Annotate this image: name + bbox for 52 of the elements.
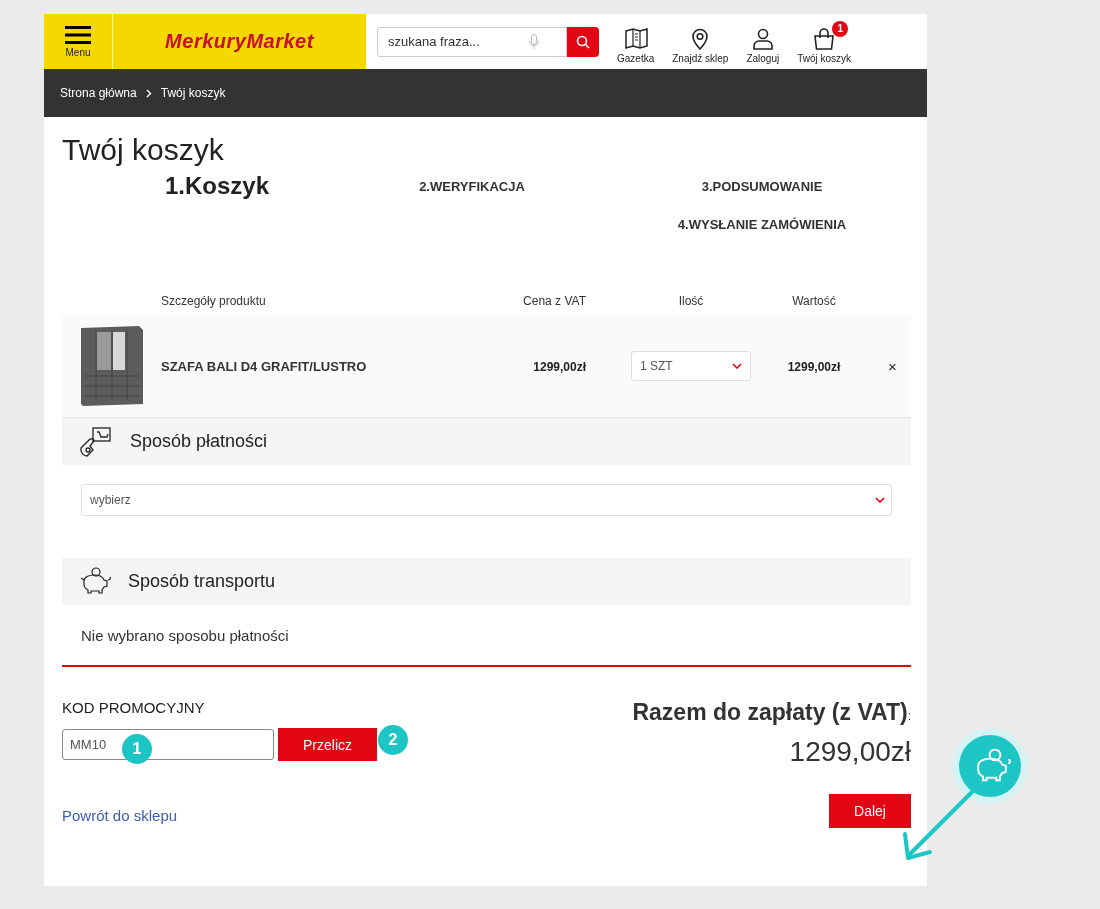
nav-link[interactable]: 1 Twój koszyk — [797, 19, 852, 64]
nav-link[interactable]: Zaloguj — [746, 19, 780, 64]
column-header: Wartość — [792, 294, 836, 308]
column-header: Szczegóły produktu — [161, 294, 266, 308]
nav-label: Znajdź sklep — [672, 52, 729, 64]
chevron-icon — [145, 88, 152, 98]
payment-method-select[interactable]: wybierz — [81, 484, 892, 516]
quantity-select[interactable]: 1 SZT — [631, 351, 751, 381]
product-name[interactable]: SZAFA BALI D4 GRAFIT/LUSTRO — [161, 359, 367, 374]
page-title: Twój koszyk — [62, 133, 225, 167]
nav-label: Zaloguj — [746, 52, 780, 64]
checkout-step[interactable]: 4.WYSŁANIE ZAMÓWIENIA — [622, 216, 902, 232]
nav-label: Twój koszyk — [797, 52, 852, 64]
nav-link[interactable]: Znajdź sklep — [672, 19, 729, 64]
column-header: Cena z VAT — [523, 294, 586, 308]
checkout-step[interactable]: 2.WERYFIKACJA — [322, 178, 622, 194]
section-title: Sposób płatności — [130, 431, 268, 452]
back-to-shop-link[interactable]: Powrót do sklepu — [62, 807, 178, 824]
breadcrumb-link[interactable]: Strona główna — [60, 86, 137, 100]
breadcrumb-link[interactable]: Twój koszyk — [160, 86, 226, 100]
cart-count-badge: 1 — [832, 20, 849, 37]
remove-button[interactable]: × — [884, 357, 901, 375]
search-icon — [576, 34, 590, 49]
book-icon — [623, 26, 648, 51]
caret-icon — [732, 363, 742, 369]
product-price: 1299,00zł — [533, 360, 586, 374]
step-marker: 2 — [378, 725, 408, 755]
recalculate-button[interactable]: Przelicz — [278, 728, 377, 761]
transport-message: Nie wybrano sposobu płatności — [80, 626, 290, 646]
menu-icon — [65, 25, 91, 45]
checkout-step[interactable]: 3.PODSUMOWANIE — [622, 178, 902, 194]
search-field[interactable]: szukana fraza... — [377, 26, 567, 57]
microphone-icon — [529, 33, 539, 50]
colon-text: : — [907, 709, 911, 723]
search-button[interactable] — [567, 26, 599, 57]
logo[interactable]: MerkuryMarket — [165, 30, 314, 53]
section-title: Sposób transportu — [128, 571, 276, 592]
total-amount: 1299,00zł — [789, 736, 911, 768]
product-total: 1299,00zł — [787, 360, 841, 374]
checkout-step[interactable]: 1.Koszyk — [62, 172, 322, 200]
card-payment-icon — [78, 425, 114, 458]
promo-code-label: KOD PROMOCYJNY — [62, 699, 206, 716]
shopping-bag-icon — [812, 26, 837, 51]
caret-icon — [875, 497, 885, 503]
total-label: Razem do zapłaty (z VAT) — [632, 699, 908, 726]
menu-button[interactable]: Menu — [44, 14, 113, 69]
nav-link[interactable]: Gazetka — [617, 19, 655, 64]
column-header: Ilość — [678, 294, 704, 308]
next-button[interactable]: Dalej — [829, 794, 911, 828]
person-icon — [750, 26, 775, 51]
piggy-bank-icon — [78, 566, 112, 597]
nav-label: Gazetka — [617, 52, 655, 64]
